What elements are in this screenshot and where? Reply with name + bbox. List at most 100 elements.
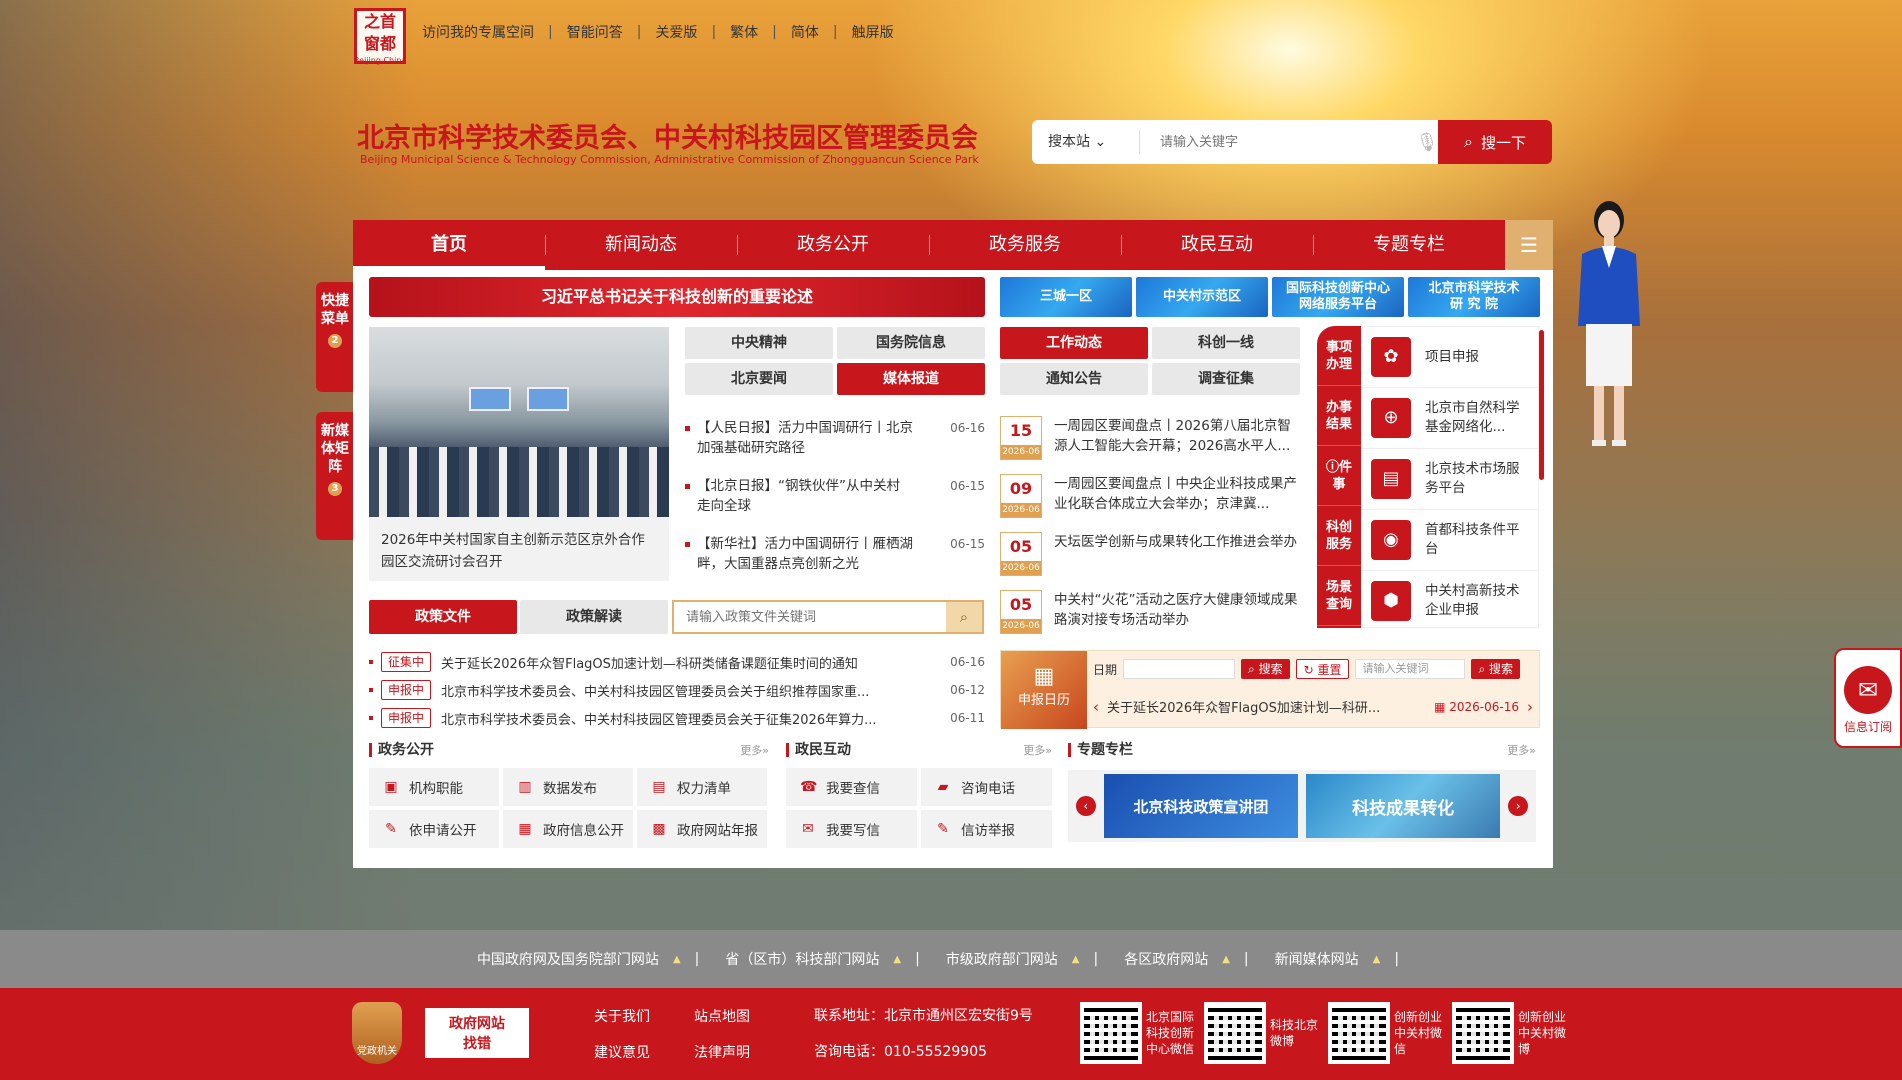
news-tab-3[interactable]: 媒体报道: [837, 363, 985, 395]
nav-item-1[interactable]: 新闻动态: [545, 220, 737, 270]
service-scrollbar[interactable]: [1539, 330, 1544, 480]
nav-item-0[interactable]: 首页: [353, 220, 545, 270]
news-tab-0[interactable]: 中央精神: [685, 327, 833, 359]
gov-open-item-4[interactable]: ▦ 政府信息公开: [503, 810, 633, 848]
calendar-search-button[interactable]: ⌕ 搜索: [1241, 659, 1290, 679]
nav-item-2[interactable]: 政务公开: [737, 220, 929, 270]
side-tab-2[interactable]: ⓘ件事: [1317, 446, 1361, 506]
toplink-0[interactable]: 访问我的专属空间: [422, 22, 534, 42]
calendar-item-title[interactable]: 关于延长2026年众智FlagOS加速计划—科研...: [1107, 697, 1426, 716]
side-tab-0[interactable]: 事项办理: [1317, 326, 1361, 386]
quick-banner-0[interactable]: 三城一区: [1000, 277, 1132, 317]
news-item-title[interactable]: 【北京日报】“钢铁伙伴”从中关村走向全球: [685, 476, 913, 516]
work-item-title[interactable]: 一周园区要闻盘点丨2026第八届北京智源人工智能大会开幕；2026高水平人...: [1054, 416, 1304, 462]
interact-item-0[interactable]: ☎ 我要查信: [786, 768, 917, 806]
friend-link-1[interactable]: 省（区市）科技部门网站 ▲ |: [725, 949, 919, 969]
footer-link-1[interactable]: 站点地图: [694, 1006, 814, 1026]
policy-tab-0[interactable]: 政策文件: [369, 600, 517, 634]
service-item[interactable]: ⊕ 北京市自然科学基金网络化...: [1361, 388, 1538, 449]
service-item[interactable]: ▤ 北京技术市场服务平台: [1361, 449, 1538, 510]
gov-open-item-0[interactable]: ▣ 机构职能: [369, 768, 499, 806]
calendar-badge[interactable]: ▦ 申报日历: [1001, 651, 1087, 729]
policy-item[interactable]: 申报中 北京市科学技术委员会、中关村科技园区管理委员会关于组织推荐国家重... 06…: [369, 676, 985, 704]
work-tab-0[interactable]: 工作动态: [1000, 327, 1148, 359]
xi-innovation-banner[interactable]: 习近平总书记关于科技创新的重要论述: [369, 277, 985, 317]
service-item[interactable]: ◉ 首都科技条件平台: [1361, 510, 1538, 571]
service-item[interactable]: ⬢ 中关村高新技术企业申报: [1361, 571, 1538, 627]
chevron-right-icon[interactable]: ›: [1527, 698, 1533, 716]
toplink-5[interactable]: 触屏版: [852, 22, 894, 42]
news-tab-2[interactable]: 北京要闻: [685, 363, 833, 395]
gov-open-item-2[interactable]: ▤ 权力清单: [637, 768, 767, 806]
policy-search-input[interactable]: [674, 602, 946, 632]
menu-icon[interactable]: ☰: [1505, 220, 1553, 270]
work-item-title[interactable]: 天坛医学创新与成果转化工作推进会举办: [1054, 532, 1304, 578]
message-subscribe[interactable]: ✉ 信息订阅: [1834, 648, 1902, 748]
find-error-button[interactable]: 政府网站 找错: [423, 1006, 531, 1060]
work-item[interactable]: 05 2026-06 中关村“火花”活动之医疗大健康领域成果路演对接专场活动举办: [1000, 590, 1304, 636]
work-item-title[interactable]: 中关村“火花”活动之医疗大健康领域成果路演对接专场活动举办: [1054, 590, 1304, 636]
qr-2[interactable]: 创新创业中关村微信: [1328, 1002, 1444, 1064]
chevron-left-icon[interactable]: ‹: [1076, 796, 1096, 816]
work-item[interactable]: 05 2026-06 天坛医学创新与成果转化工作推进会举办: [1000, 532, 1304, 578]
quick-banner-3[interactable]: 北京市科学技术研 究 院: [1408, 277, 1540, 317]
chevron-left-icon[interactable]: ‹: [1093, 698, 1099, 716]
footer-link-2[interactable]: 建议意见: [594, 1042, 694, 1062]
gov-open-more-link[interactable]: 更多»: [740, 742, 769, 758]
policy-item-title[interactable]: 北京市科学技术委员会、中关村科技园区管理委员会关于征集2026年算力...: [441, 709, 935, 728]
news-item[interactable]: 【新华社】活力中国调研行丨雁栖湖畔，大国重器点亮创新之光 06-15: [685, 534, 985, 574]
gov-open-item-5[interactable]: ▩ 政府网站年报: [637, 810, 767, 848]
nav-item-4[interactable]: 政民互动: [1121, 220, 1313, 270]
toplink-1[interactable]: 智能问答: [567, 22, 623, 42]
news-item[interactable]: 【北京日报】“钢铁伙伴”从中关村走向全球 06-15: [685, 476, 985, 516]
chevron-right-icon[interactable]: ›: [1508, 796, 1528, 816]
news-tab-1[interactable]: 国务院信息: [837, 327, 985, 359]
policy-item[interactable]: 征集中 关于延长2026年众智FlagOS加速计划—科研类储备课题征集时间的通知 0…: [369, 648, 985, 676]
news-item-title[interactable]: 【人民日报】活力中国调研行丨北京加强基础研究路径: [685, 418, 913, 458]
work-item[interactable]: 09 2026-06 一周园区要闻盘点丨中央企业科技成果产业化联合体成立大会举办；京…: [1000, 474, 1304, 520]
interact-item-2[interactable]: ✉ 我要写信: [786, 810, 917, 848]
interact-item-3[interactable]: ✎ 信访举报: [921, 810, 1052, 848]
policy-item[interactable]: 申报中 北京市科学技术委员会、中关村科技园区管理委员会关于征集2026年算力...…: [369, 704, 985, 732]
friend-link-0[interactable]: 中国政府网及国务院部门网站 ▲ |: [477, 949, 699, 969]
calendar-date-input[interactable]: [1123, 659, 1236, 679]
site-title[interactable]: 北京市科学技术委员会、中关村科技园区管理委员会: [357, 116, 978, 155]
friend-link-2[interactable]: 市级政府部门网站 ▲ |: [946, 949, 1098, 969]
float-new-media[interactable]: 新媒体矩阵 3: [316, 412, 354, 540]
virtual-assistant-avatar[interactable]: [1572, 196, 1646, 456]
nav-item-5[interactable]: 专题专栏: [1313, 220, 1505, 270]
topics-more-link[interactable]: 更多»: [1507, 742, 1536, 758]
gov-open-item-3[interactable]: ✎ 依申请公开: [369, 810, 499, 848]
policy-search-button[interactable]: ⌕: [946, 602, 982, 632]
side-tab-4[interactable]: 场景查询: [1317, 566, 1361, 626]
work-tab-2[interactable]: 通知公告: [1000, 363, 1148, 395]
policy-item-title[interactable]: 关于延长2026年众智FlagOS加速计划—科研类储备课题征集时间的通知: [441, 653, 935, 672]
search-button[interactable]: ⌕ 搜一下: [1438, 120, 1552, 164]
service-item[interactable]: ✿ 项目申报: [1361, 327, 1538, 388]
news-item-title[interactable]: 【新华社】活力中国调研行丨雁栖湖畔，大国重器点亮创新之光: [685, 534, 913, 574]
policy-tab-1[interactable]: 政策解读: [520, 600, 668, 634]
work-item[interactable]: 15 2026-06 一周园区要闻盘点丨2026第八届北京智源人工智能大会开幕；20…: [1000, 416, 1304, 462]
news-photo[interactable]: [369, 327, 669, 517]
policy-item-title[interactable]: 北京市科学技术委员会、中关村科技园区管理委员会关于组织推荐国家重...: [441, 681, 935, 700]
news-item[interactable]: 【人民日报】活力中国调研行丨北京加强基础研究路径 06-16: [685, 418, 985, 458]
qr-0[interactable]: 北京国际科技创新中心微信: [1080, 1002, 1196, 1064]
nav-item-3[interactable]: 政务服务: [929, 220, 1121, 270]
search-scope-select[interactable]: 搜本站 ⌄: [1032, 130, 1140, 154]
party-gov-badge[interactable]: 党政机关: [352, 1002, 402, 1064]
qr-1[interactable]: 科技北京微博: [1204, 1002, 1320, 1064]
work-tab-3[interactable]: 调查征集: [1152, 363, 1300, 395]
footer-link-0[interactable]: 关于我们: [594, 1006, 694, 1026]
footer-link-3[interactable]: 法律声明: [694, 1042, 814, 1062]
quick-banner-2[interactable]: 国际科技创新中心 网络服务平台: [1272, 277, 1404, 317]
topic-banner-policy[interactable]: 北京科技政策宣讲团: [1103, 774, 1298, 838]
interact-item-1[interactable]: ▰ 咨询电话: [921, 768, 1052, 806]
topic-banner-transfer[interactable]: 科技成果转化: [1306, 774, 1501, 838]
float-quick-menu[interactable]: 快捷菜单 2: [316, 282, 354, 392]
friend-link-3[interactable]: 各区政府网站 ▲ |: [1124, 949, 1248, 969]
work-tab-1[interactable]: 科创一线: [1152, 327, 1300, 359]
calendar-reset-button[interactable]: ↻ 重置: [1295, 659, 1350, 679]
toplink-3[interactable]: 繁体: [730, 22, 758, 42]
gov-open-item-1[interactable]: ▥ 数据发布: [503, 768, 633, 806]
toplink-4[interactable]: 简体: [791, 22, 819, 42]
